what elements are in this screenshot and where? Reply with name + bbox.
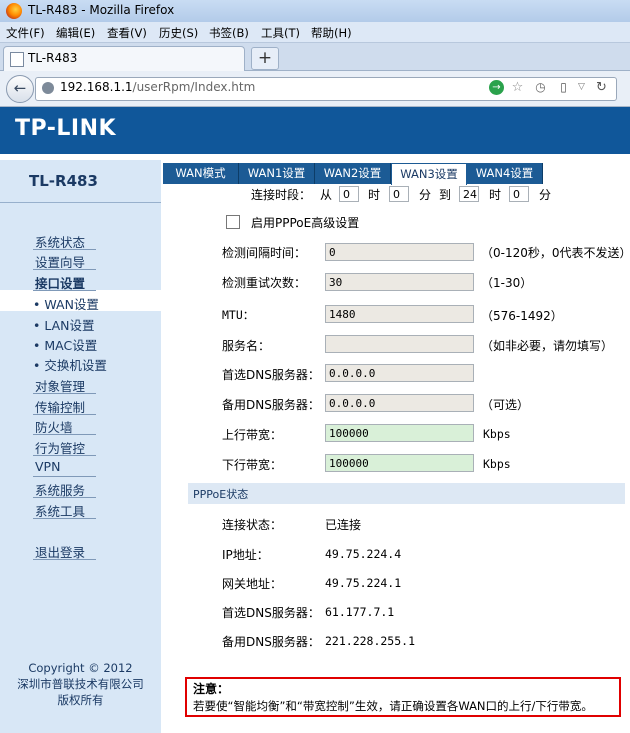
bookmark-star-icon[interactable]: ☆ [510, 80, 525, 95]
mtu-label: MTU： [222, 308, 255, 322]
detect-retry-input[interactable]: 30 [325, 273, 474, 291]
end-minute-input[interactable]: 0 [509, 186, 529, 202]
divider [33, 559, 96, 560]
primary-dns-input[interactable]: 0.0.0.0 [325, 364, 474, 382]
sidebar-item-switch[interactable]: • 交换机设置 [33, 355, 107, 374]
menu-edit[interactable]: 编辑(E) [56, 25, 95, 41]
new-tab-button[interactable]: + [251, 47, 279, 70]
detect-interval-hint: （0-120秒，0代表不发送） [481, 246, 630, 260]
menu-view[interactable]: 查看(V) [107, 25, 147, 41]
start-hour-input[interactable]: 0 [339, 186, 359, 202]
pppoe-advanced-label: 启用PPPoE高级设置 [251, 216, 360, 230]
minute-unit-end: 分 [539, 188, 552, 202]
gateway-value: 49.75.224.1 [325, 576, 402, 590]
site-identity-icon[interactable] [42, 82, 54, 94]
notice-title: 注意： [193, 682, 230, 696]
sidebar-item-wan[interactable]: • WAN设置 [33, 294, 99, 313]
status-secondary-dns-value: 221.228.255.1 [325, 634, 416, 648]
period-from: 从 [320, 188, 333, 202]
back-button[interactable]: ← [6, 75, 34, 103]
secondary-dns-hint: （可选） [481, 398, 530, 412]
detect-interval-label: 检测间隔时间： [222, 246, 307, 260]
service-name-label: 服务名： [222, 339, 271, 353]
divider [33, 518, 96, 519]
divider [33, 434, 96, 435]
primary-dns-label: 首选DNS服务器： [222, 368, 320, 382]
secondary-dns-label: 备用DNS服务器： [222, 398, 320, 412]
start-minute-input[interactable]: 0 [389, 186, 409, 202]
period-label: 连接时段： [251, 188, 312, 202]
ip-address-value: 49.75.224.4 [325, 547, 402, 561]
detect-retry-hint: （1-30） [481, 276, 533, 290]
copyright-line: Copyright © 2012 [28, 661, 133, 675]
hour-unit-end: 时 [489, 188, 502, 202]
model-label: TL-R483 [29, 172, 98, 190]
minute-unit: 分 [419, 188, 432, 202]
clock-icon[interactable]: ◷ [533, 80, 548, 95]
connection-status-label: 连接状态： [222, 518, 283, 532]
status-secondary-dns-label: 备用DNS服务器： [222, 635, 320, 649]
url-text[interactable]: 192.168.1.1/userRpm/Index.htm [60, 80, 255, 94]
rights-line: 版权所有 [57, 693, 104, 707]
menu-help[interactable]: 帮助(H) [311, 25, 352, 41]
detect-retry-label: 检测重试次数： [222, 276, 307, 290]
tab-wan4[interactable]: WAN4设置 [467, 163, 543, 184]
divider [33, 393, 96, 394]
menu-history[interactable]: 历史(S) [159, 25, 198, 41]
status-primary-dns-label: 首选DNS服务器： [222, 606, 320, 620]
menu-bookmarks[interactable]: 书签(B) [209, 25, 249, 41]
hour-unit: 时 [368, 188, 381, 202]
sidebar-item-lan[interactable]: • LAN设置 [33, 315, 95, 334]
page-icon [10, 52, 24, 67]
status-primary-dns-value: 61.177.7.1 [325, 605, 395, 619]
divider [33, 455, 96, 456]
end-hour-input[interactable]: 24 [459, 186, 479, 202]
window-title: TL-R483 - Mozilla Firefox [28, 3, 175, 17]
sidebar-item-mac[interactable]: • MAC设置 [33, 335, 97, 354]
reload-icon[interactable]: ↻ [594, 80, 609, 95]
tab-wan-mode[interactable]: WAN模式 [163, 163, 239, 184]
divider [33, 476, 96, 477]
divider [33, 414, 96, 415]
dropdown-icon[interactable]: ▽ [574, 80, 589, 95]
tab-title: TL-R483 [28, 51, 78, 65]
company-line: 深圳市普联技术有限公司 [17, 677, 144, 691]
menu-file[interactable]: 文件(F) [6, 25, 45, 41]
divider [33, 497, 96, 498]
sidebar-item-vpn[interactable]: VPN [35, 459, 60, 474]
ip-address-label: IP地址： [222, 548, 269, 562]
pppoe-status-title: PPPoE状态 [193, 488, 249, 501]
pppoe-status-header [188, 483, 625, 504]
service-name-input[interactable] [325, 335, 474, 353]
gateway-label: 网关地址： [222, 577, 283, 591]
notice-body: 若要使“智能均衡”和“带宽控制”生效，请正确设置各WAN口的上行/下行带宽。 [193, 699, 593, 713]
divider [33, 269, 96, 270]
device-icon[interactable]: ▯ [556, 80, 571, 95]
upstream-bandwidth-label: 上行带宽： [222, 428, 283, 442]
divider [33, 290, 96, 291]
mtu-input[interactable]: 1480 [325, 305, 474, 323]
connection-status-value: 已连接 [325, 518, 362, 532]
downstream-unit: Kbps [483, 457, 511, 471]
go-icon[interactable]: → [489, 80, 504, 95]
upstream-unit: Kbps [483, 427, 511, 441]
firefox-logo-icon [6, 3, 22, 19]
tab-wan3[interactable]: WAN3设置 [391, 163, 467, 185]
copyright-footer: Copyright © 2012 深圳市普联技术有限公司 版权所有 [0, 660, 161, 708]
service-name-hint: （如非必要，请勿填写） [481, 339, 614, 353]
downstream-bandwidth-input[interactable]: 100000 [325, 454, 474, 472]
tab-wan1[interactable]: WAN1设置 [239, 163, 315, 184]
period-to: 到 [439, 188, 452, 202]
menu-tools[interactable]: 工具(T) [261, 25, 300, 41]
mtu-hint: （576-1492） [481, 309, 563, 323]
divider [33, 249, 96, 250]
downstream-bandwidth-label: 下行带宽： [222, 458, 283, 472]
upstream-bandwidth-input[interactable]: 100000 [325, 424, 474, 442]
tp-link-logo: TP-LINK [15, 116, 117, 141]
secondary-dns-input[interactable]: 0.0.0.0 [325, 394, 474, 412]
tab-wan2[interactable]: WAN2设置 [315, 163, 391, 184]
pppoe-advanced-checkbox[interactable] [226, 215, 240, 229]
detect-interval-input[interactable]: 0 [325, 243, 474, 261]
